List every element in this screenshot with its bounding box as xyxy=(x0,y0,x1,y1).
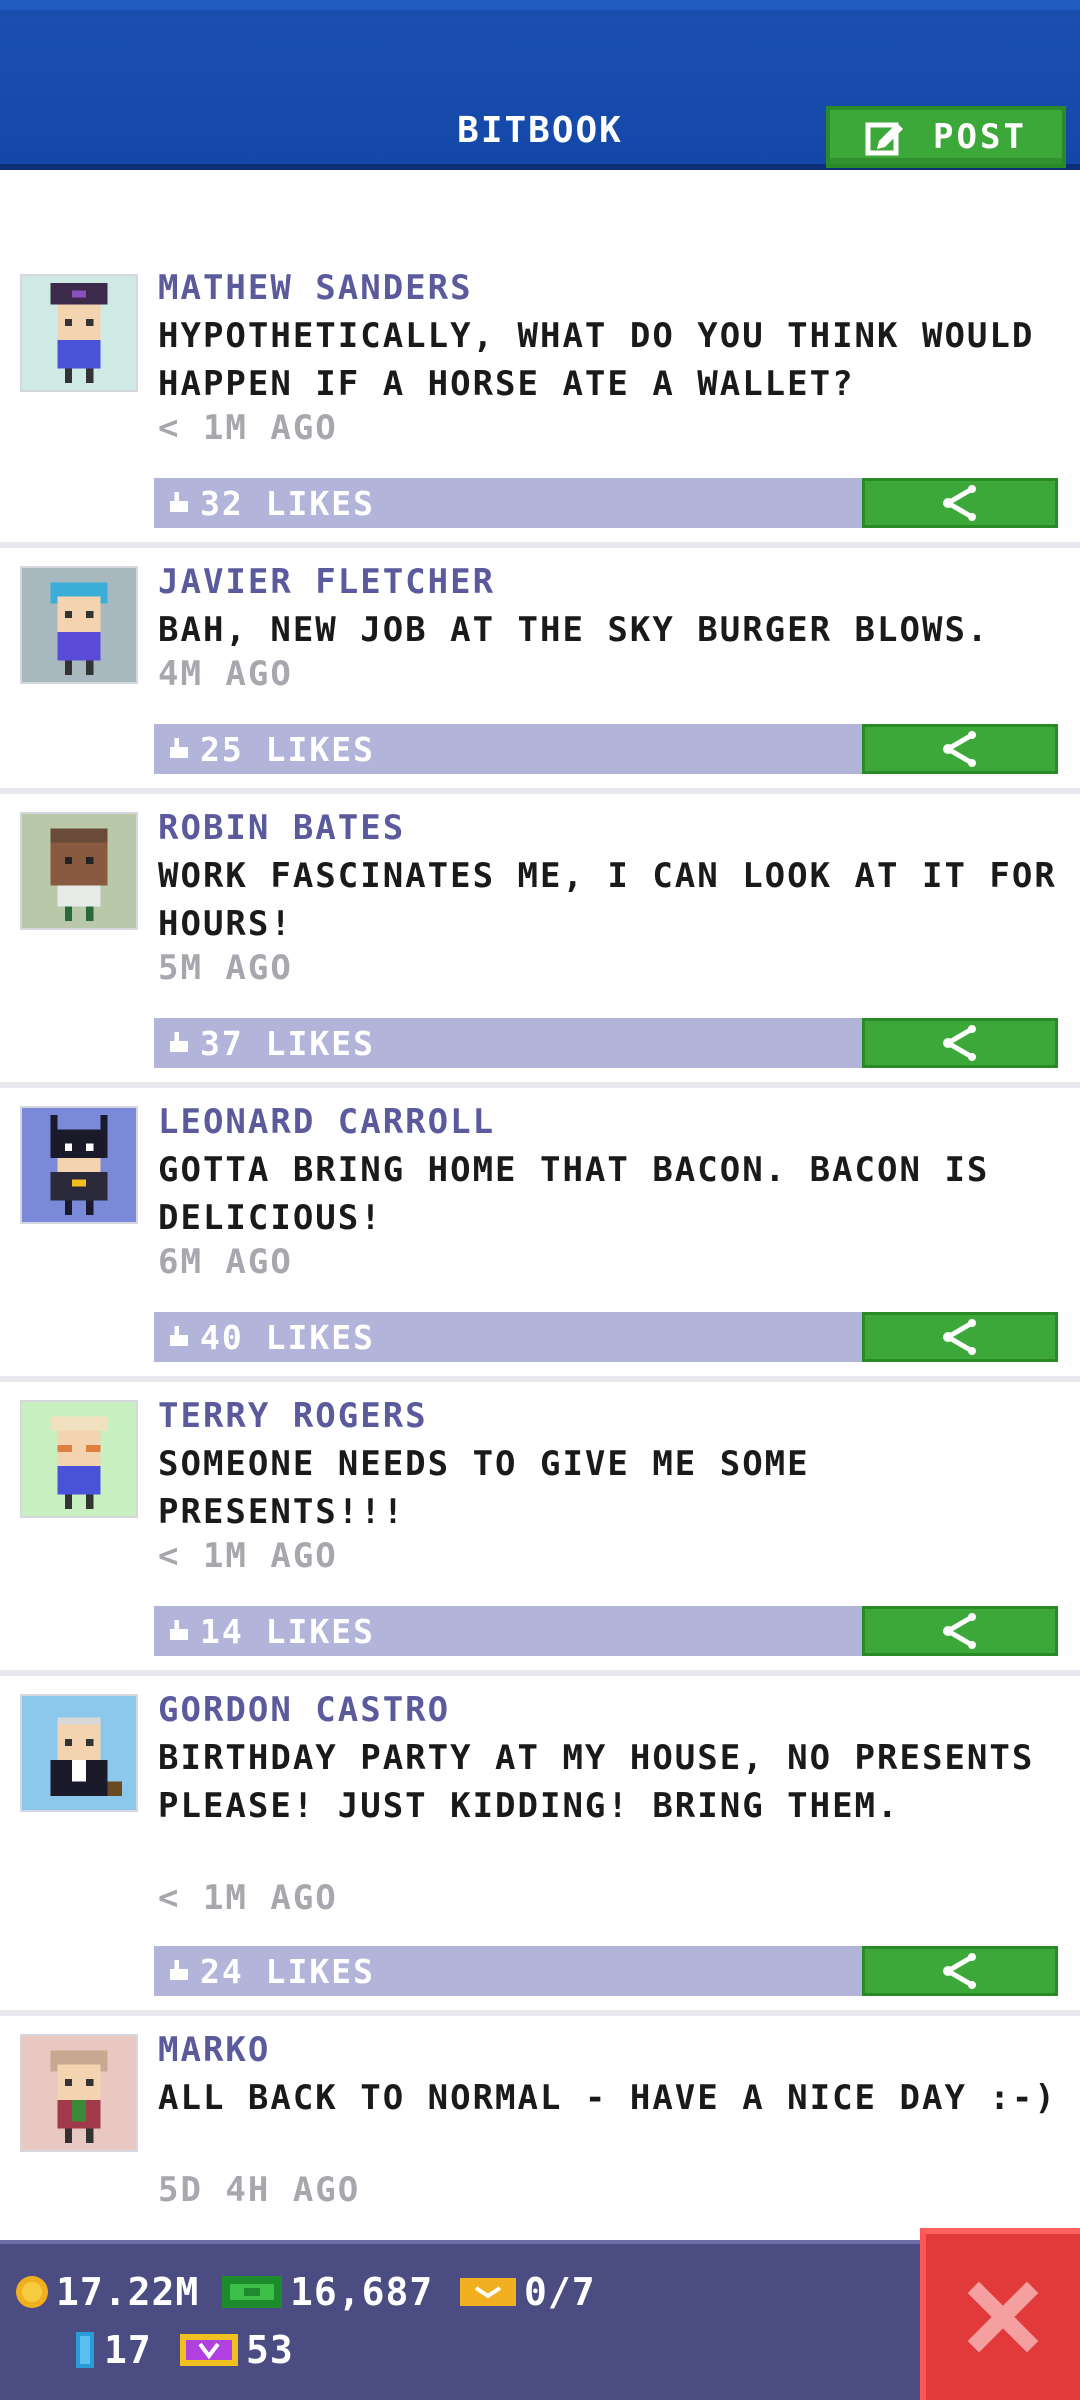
feed-post: LEONARD CARROLL GOTTA BRING HOME THAT BA… xyxy=(0,1088,1080,1382)
feed-post: MARKO ALL BACK TO NORMAL - HAVE A NICE D… xyxy=(0,2016,1080,2240)
thumbs-up-icon xyxy=(170,492,188,512)
thumbs-up-icon xyxy=(170,1032,188,1052)
like-count: 24 LIKES xyxy=(200,1951,375,1991)
share-icon xyxy=(943,1025,976,1061)
thumbs-up-icon xyxy=(170,738,188,758)
post-button[interactable]: POST xyxy=(826,106,1066,168)
post-message: BAH, NEW JOB AT THE SKY BURGER BLOWS. xyxy=(158,610,990,650)
post-author[interactable]: MATHEW SANDERS xyxy=(158,268,473,308)
app-header: BITBOOK POST xyxy=(0,0,1080,170)
avatar[interactable] xyxy=(20,274,138,392)
vip-stat: 53 xyxy=(178,2328,294,2372)
avatar[interactable] xyxy=(20,1694,138,1812)
like-bar[interactable]: 32 LIKES xyxy=(154,478,864,528)
share-icon xyxy=(943,1953,976,1989)
avatar[interactable] xyxy=(20,566,138,684)
post-message: ALL BACK TO NORMAL - HAVE A NICE DAY :-) xyxy=(158,2078,1057,2118)
coins-stat: 17.22M xyxy=(14,2270,199,2314)
avatar[interactable] xyxy=(20,1400,138,1518)
post-time: < 1M AGO xyxy=(158,408,338,448)
post-author[interactable]: JAVIER FLETCHER xyxy=(158,562,495,602)
share-button[interactable] xyxy=(862,1312,1058,1362)
post-author[interactable]: LEONARD CARROLL xyxy=(158,1102,495,1142)
post-author[interactable]: TERRY ROGERS xyxy=(158,1396,428,1436)
like-bar[interactable]: 14 LIKES xyxy=(154,1606,864,1656)
feed-list[interactable]: MATHEW SANDERS HYPOTHETICALLY, WHAT DO Y… xyxy=(0,170,1080,2240)
tickets-stat: 0/7 xyxy=(458,2270,596,2314)
avatar[interactable] xyxy=(20,812,138,930)
tickets-value: 0/7 xyxy=(524,2270,596,2314)
like-bar[interactable]: 37 LIKES xyxy=(154,1018,864,1068)
close-button[interactable] xyxy=(920,2228,1080,2400)
avatar[interactable] xyxy=(20,2034,138,2152)
post-time: < 1M AGO xyxy=(158,1878,338,1918)
feed-post: ROBIN BATES WORK FASCINATES ME, I CAN LO… xyxy=(0,794,1080,1088)
like-count: 40 LIKES xyxy=(200,1317,375,1357)
cash-icon xyxy=(222,2276,282,2308)
thumbs-up-icon xyxy=(170,1960,188,1980)
like-count: 37 LIKES xyxy=(200,1023,375,1063)
ticket-icon xyxy=(460,2278,516,2306)
thumbs-up-icon xyxy=(170,1326,188,1346)
bux-stat: 16,687 xyxy=(220,2270,433,2314)
like-bar[interactable]: 24 LIKES xyxy=(154,1946,864,1996)
keys-value: 17 xyxy=(104,2328,152,2372)
feed-post: JAVIER FLETCHER BAH, NEW JOB AT THE SKY … xyxy=(0,548,1080,794)
post-time: 5M AGO xyxy=(158,948,293,988)
share-button[interactable] xyxy=(862,1946,1058,1996)
post-message: GOTTA BRING HOME THAT BACON. BACON IS DE… xyxy=(158,1150,990,1238)
status-bar: 17.22M 16,687 0/7 17 53 xyxy=(0,2240,920,2400)
share-button[interactable] xyxy=(862,1018,1058,1068)
like-count: 32 LIKES xyxy=(200,483,375,523)
post-author[interactable]: MARKO xyxy=(158,2030,270,2070)
close-icon xyxy=(967,2281,1039,2353)
share-icon xyxy=(943,485,976,521)
share-button[interactable] xyxy=(862,1606,1058,1656)
share-icon xyxy=(943,1319,976,1355)
avatar[interactable] xyxy=(20,1106,138,1224)
post-time: 5D 4H AGO xyxy=(158,2170,361,2210)
coins-value: 17.22M xyxy=(56,2270,200,2314)
feed-post: MATHEW SANDERS HYPOTHETICALLY, WHAT DO Y… xyxy=(0,170,1080,548)
thumbs-up-icon xyxy=(170,1620,188,1640)
post-message: BIRTHDAY PARTY AT MY HOUSE, NO PRESENTS … xyxy=(158,1738,1035,1826)
share-button[interactable] xyxy=(862,724,1058,774)
post-time: 4M AGO xyxy=(158,654,293,694)
post-time: 6M AGO xyxy=(158,1242,293,1282)
like-bar[interactable]: 40 LIKES xyxy=(154,1312,864,1362)
post-button-label: POST xyxy=(933,117,1027,157)
key-icon xyxy=(76,2332,94,2368)
post-message: HYPOTHETICALLY, WHAT DO YOU THINK WOULD … xyxy=(158,316,1035,404)
vip-icon xyxy=(180,2334,238,2366)
feed-post: TERRY ROGERS SOMEONE NEEDS TO GIVE ME SO… xyxy=(0,1382,1080,1676)
keys-stat: 17 xyxy=(72,2328,152,2372)
bux-value: 16,687 xyxy=(290,2270,434,2314)
coin-icon xyxy=(16,2276,48,2308)
post-message: WORK FASCINATES ME, I CAN LOOK AT IT FOR… xyxy=(158,856,1057,944)
share-button[interactable] xyxy=(862,478,1058,528)
post-time: < 1M AGO xyxy=(158,1536,338,1576)
edit-icon xyxy=(865,122,904,156)
post-author[interactable]: GORDON CASTRO xyxy=(158,1690,450,1730)
share-icon xyxy=(943,1613,976,1649)
feed-post: GORDON CASTRO BIRTHDAY PARTY AT MY HOUSE… xyxy=(0,1676,1080,2016)
like-count: 14 LIKES xyxy=(200,1611,375,1651)
like-bar[interactable]: 25 LIKES xyxy=(154,724,864,774)
post-message: SOMEONE NEEDS TO GIVE ME SOME PRESENTS!!… xyxy=(158,1444,810,1532)
share-icon xyxy=(943,731,976,767)
post-author[interactable]: ROBIN BATES xyxy=(158,808,405,848)
vip-value: 53 xyxy=(246,2328,294,2372)
like-count: 25 LIKES xyxy=(200,729,375,769)
